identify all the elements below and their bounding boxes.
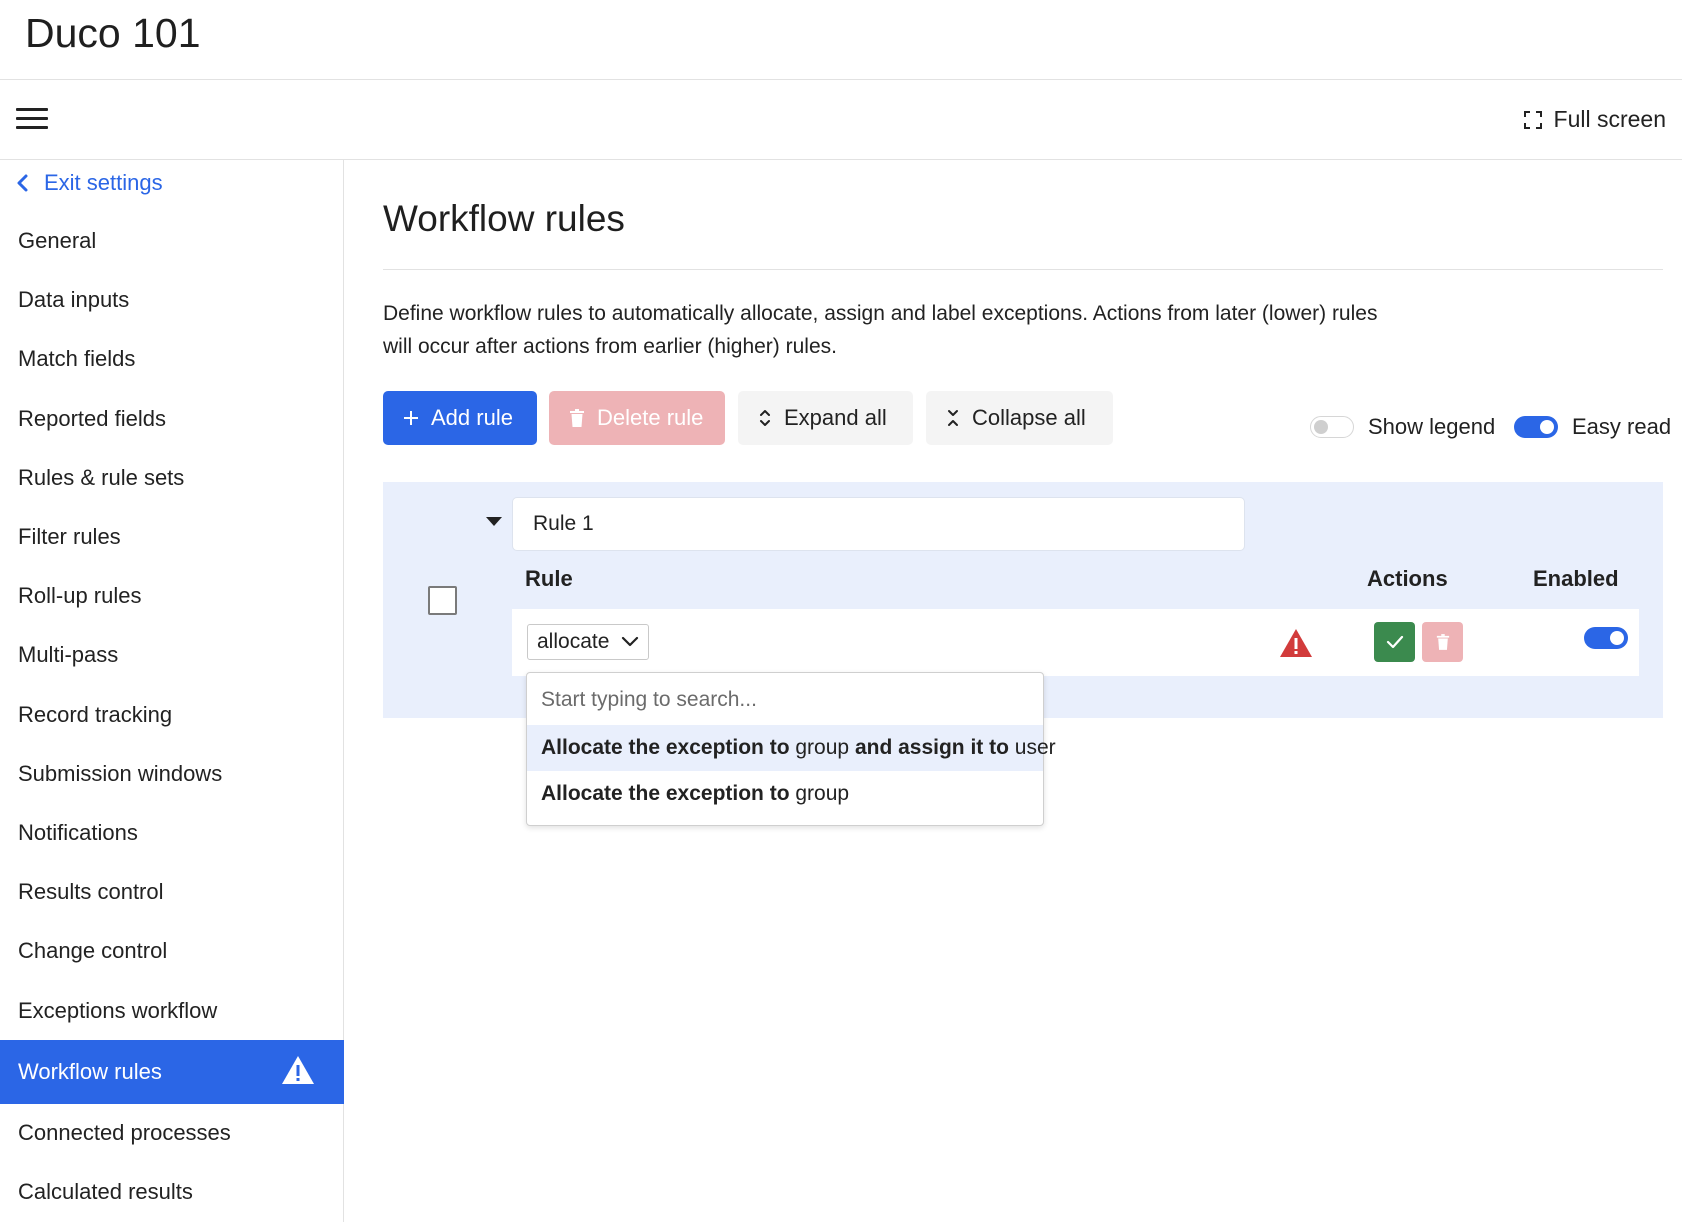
option-text: user [1008, 736, 1056, 759]
option-bold-text: and assign it to [854, 736, 1009, 759]
hamburger-menu-icon[interactable] [16, 108, 48, 130]
sidebar-item-roll-up-rules[interactable]: Roll-up rules [0, 566, 344, 626]
rule-type-dropdown: Allocate the exception to group and assi… [526, 672, 1056, 826]
rule-column-header: Rule [525, 566, 573, 591]
option-bold-text: Allocate the exception to [541, 782, 790, 805]
delete-rule-button[interactable]: Delete rule [549, 391, 725, 445]
add-rule-button[interactable]: Add rule [383, 391, 537, 445]
sidebar-item-results-control[interactable]: Results control [0, 862, 344, 922]
sidebar-item-submission-windows[interactable]: Submission windows [0, 744, 344, 804]
check-icon [1386, 635, 1403, 649]
show-legend-toggle-group: Show legend [1310, 414, 1495, 440]
sidebar-item-record-tracking[interactable]: Record tracking [0, 685, 344, 745]
sidebar-item-workflow-rules[interactable]: Workflow rules [0, 1040, 344, 1104]
fullscreen-icon [1523, 110, 1542, 129]
show-legend-toggle[interactable] [1310, 416, 1354, 438]
option-bold-text: Allocate the exception to [541, 736, 790, 759]
chevron-left-icon [17, 174, 28, 192]
sidebar-item-general[interactable]: General [0, 211, 344, 271]
sidebar-item-connected-processes[interactable]: Connected processes [0, 1103, 344, 1163]
enabled-column-header: Enabled [1533, 566, 1619, 591]
exit-settings-label: Exit settings [44, 170, 163, 195]
rule-type-value: allocate [537, 630, 610, 653]
collapse-icon [948, 410, 958, 426]
easy-read-toggle[interactable] [1514, 416, 1558, 438]
rule-name-input[interactable] [512, 497, 1245, 551]
description-line-2: will occur after actions from earlier (h… [383, 335, 837, 358]
rule-row: allocate [512, 609, 1639, 676]
toolbar: Full screen [0, 80, 1682, 160]
fullscreen-label: Full screen [1553, 106, 1666, 132]
sidebar-item-multi-pass[interactable]: Multi-pass [0, 625, 344, 685]
description-line-1: Define workflow rules to automatically a… [383, 302, 1378, 325]
rule-select-checkbox[interactable] [428, 586, 457, 615]
actions-column-header: Actions [1367, 566, 1448, 591]
delete-rule-label: Delete rule [597, 405, 704, 430]
sidebar-item-reported-fields[interactable]: Reported fields [0, 389, 344, 449]
app-header: Duco 101 [0, 0, 1682, 80]
rule-type-select[interactable]: allocate [527, 624, 649, 660]
warning-icon [282, 1056, 314, 1084]
chevron-down-icon [622, 636, 639, 647]
trash-icon [570, 409, 584, 427]
settings-sidebar: Exit settings General Data inputs Match … [0, 160, 344, 1222]
option-text: group [789, 782, 850, 805]
collapse-rule-caret-icon[interactable] [486, 517, 502, 526]
exit-settings-link[interactable]: Exit settings [16, 170, 163, 196]
sidebar-item-notifications[interactable]: Notifications [0, 803, 344, 863]
sidebar-item-filter-rules[interactable]: Filter rules [0, 507, 344, 567]
collapse-all-label: Collapse all [972, 405, 1086, 430]
sidebar-item-change-control[interactable]: Change control [0, 921, 344, 981]
rule-enabled-toggle[interactable] [1584, 627, 1628, 649]
dropdown-search-input[interactable] [541, 685, 1021, 715]
expand-icon [760, 410, 770, 426]
sidebar-item-exceptions-workflow[interactable]: Exceptions workflow [0, 981, 344, 1041]
dropdown-option-allocate[interactable]: Allocate the exception to group [527, 771, 1043, 817]
delete-action-button[interactable] [1422, 622, 1463, 662]
confirm-action-button[interactable] [1374, 622, 1415, 662]
expand-all-label: Expand all [784, 405, 887, 430]
add-rule-label: Add rule [431, 405, 513, 430]
page-title: Workflow rules [383, 198, 625, 239]
trash-icon [1436, 634, 1449, 650]
title-divider [383, 269, 1663, 270]
plus-icon [404, 411, 418, 425]
option-text: group [789, 736, 855, 759]
error-warning-icon [1280, 629, 1312, 657]
sidebar-item-data-inputs[interactable]: Data inputs [0, 270, 344, 330]
page-description: Define workflow rules to automatically a… [383, 297, 1423, 363]
easy-read-label: Easy read [1572, 414, 1672, 439]
easy-read-toggle-group: Easy read [1514, 414, 1671, 440]
show-legend-label: Show legend [1368, 414, 1496, 439]
expand-all-button[interactable]: Expand all [738, 391, 913, 445]
sidebar-item-rules-rule-sets[interactable]: Rules & rule sets [0, 448, 344, 508]
dropdown-option-allocate-assign[interactable]: Allocate the exception to group and assi… [527, 725, 1056, 771]
fullscreen-button[interactable]: Full screen [1523, 106, 1666, 133]
sidebar-item-calculated-results[interactable]: Calculated results [0, 1162, 344, 1222]
app-title: Duco 101 [25, 10, 201, 56]
collapse-all-button[interactable]: Collapse all [926, 391, 1113, 445]
sidebar-item-label: Workflow rules [18, 1059, 162, 1084]
sidebar-item-match-fields[interactable]: Match fields [0, 329, 344, 389]
